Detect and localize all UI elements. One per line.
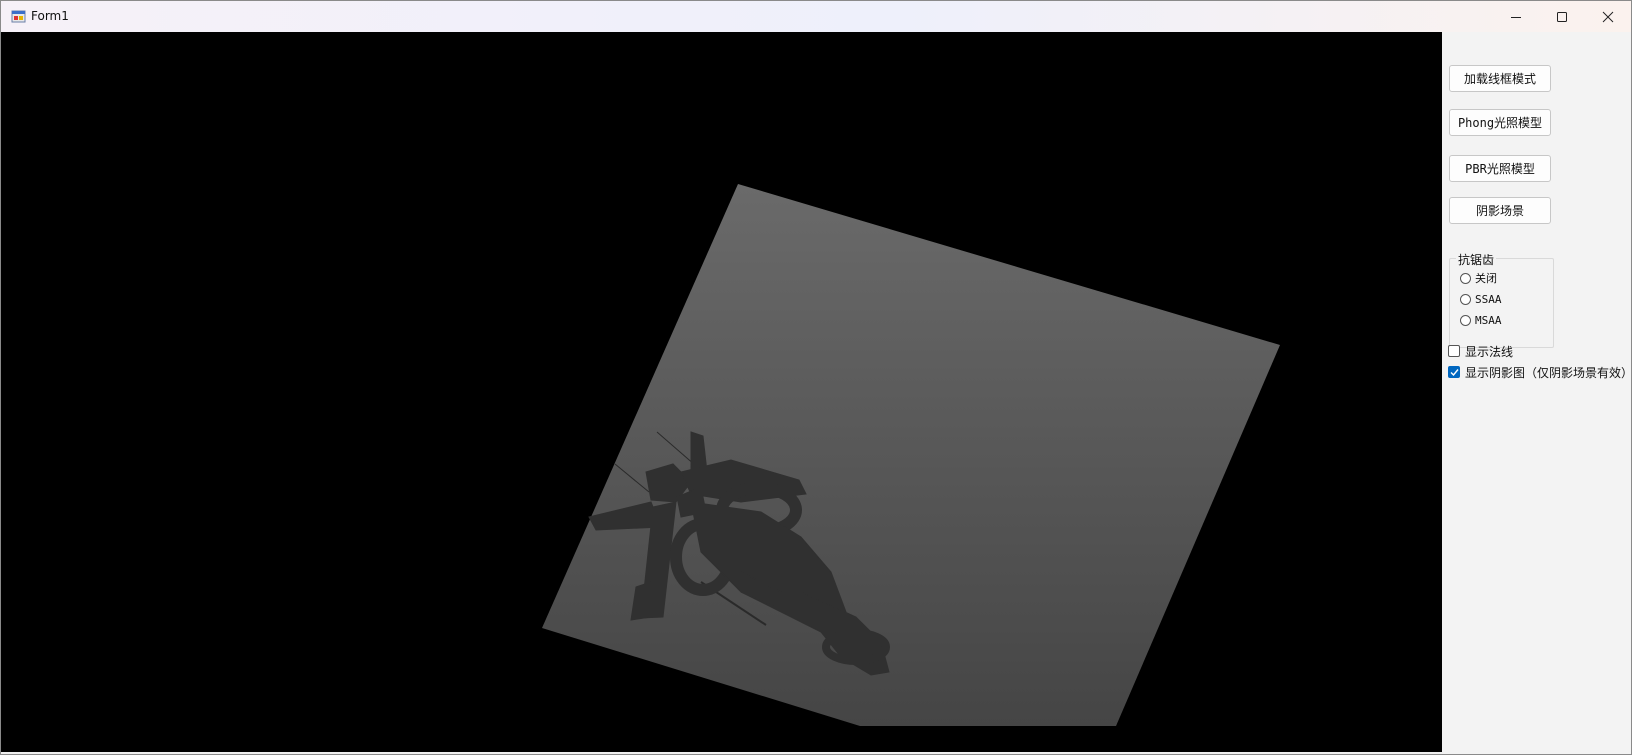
close-button[interactable] xyxy=(1585,1,1631,32)
radio-icon xyxy=(1460,314,1471,326)
maximize-button[interactable] xyxy=(1539,1,1585,32)
antialias-option-msaa[interactable]: MSAA xyxy=(1460,312,1502,328)
antialias-group: 抗锯齿 关闭 SSAA MSAA xyxy=(1449,251,1554,348)
ground-plane-quad xyxy=(542,184,1280,726)
minimize-button[interactable] xyxy=(1493,1,1539,32)
checkbox-icon xyxy=(1448,345,1460,357)
phong-lighting-button[interactable]: Phong光照模型 xyxy=(1449,109,1551,136)
show-shadow-map-label: 显示阴影图（仅阴影场景有效） xyxy=(1465,365,1632,380)
window-title: Form1 xyxy=(31,9,69,23)
radio-icon xyxy=(1460,293,1471,305)
antialias-option-ssaa[interactable]: SSAA xyxy=(1460,291,1502,307)
antialias-option-off[interactable]: 关闭 xyxy=(1460,270,1497,286)
app-window: Form1 加载线框模式 Phong光照模型 PBR光照模型 阴影场景 抗锯齿 … xyxy=(0,0,1632,755)
antialias-option-label: MSAA xyxy=(1475,313,1502,327)
shadow-scene-button[interactable]: 阴影场景 xyxy=(1449,197,1551,224)
antialias-option-label: SSAA xyxy=(1475,292,1502,306)
app-icon xyxy=(11,9,27,25)
close-icon xyxy=(1602,11,1614,23)
radio-icon xyxy=(1460,272,1471,284)
antialias-option-label: 关闭 xyxy=(1475,272,1497,285)
show-normals-label: 显示法线 xyxy=(1465,344,1514,359)
shadow-map-render xyxy=(542,184,1280,726)
maximize-icon xyxy=(1556,11,1568,23)
title-bar[interactable]: Form1 xyxy=(1,1,1631,32)
pbr-lighting-button[interactable]: PBR光照模型 xyxy=(1449,155,1551,182)
control-panel: 加载线框模式 Phong光照模型 PBR光照模型 阴影场景 抗锯齿 关闭 SSA… xyxy=(1442,32,1632,754)
wireframe-mode-button[interactable]: 加载线框模式 xyxy=(1449,65,1551,92)
antialias-legend: 抗锯齿 xyxy=(1456,251,1497,268)
minimize-icon xyxy=(1510,11,1522,23)
checkmark-icon xyxy=(1448,366,1460,378)
render-viewport[interactable] xyxy=(1,32,1442,752)
show-normals-checkbox[interactable]: 显示法线 xyxy=(1448,343,1513,359)
show-shadow-map-checkbox[interactable]: 显示阴影图（仅阴影场景有效） xyxy=(1448,364,1632,380)
